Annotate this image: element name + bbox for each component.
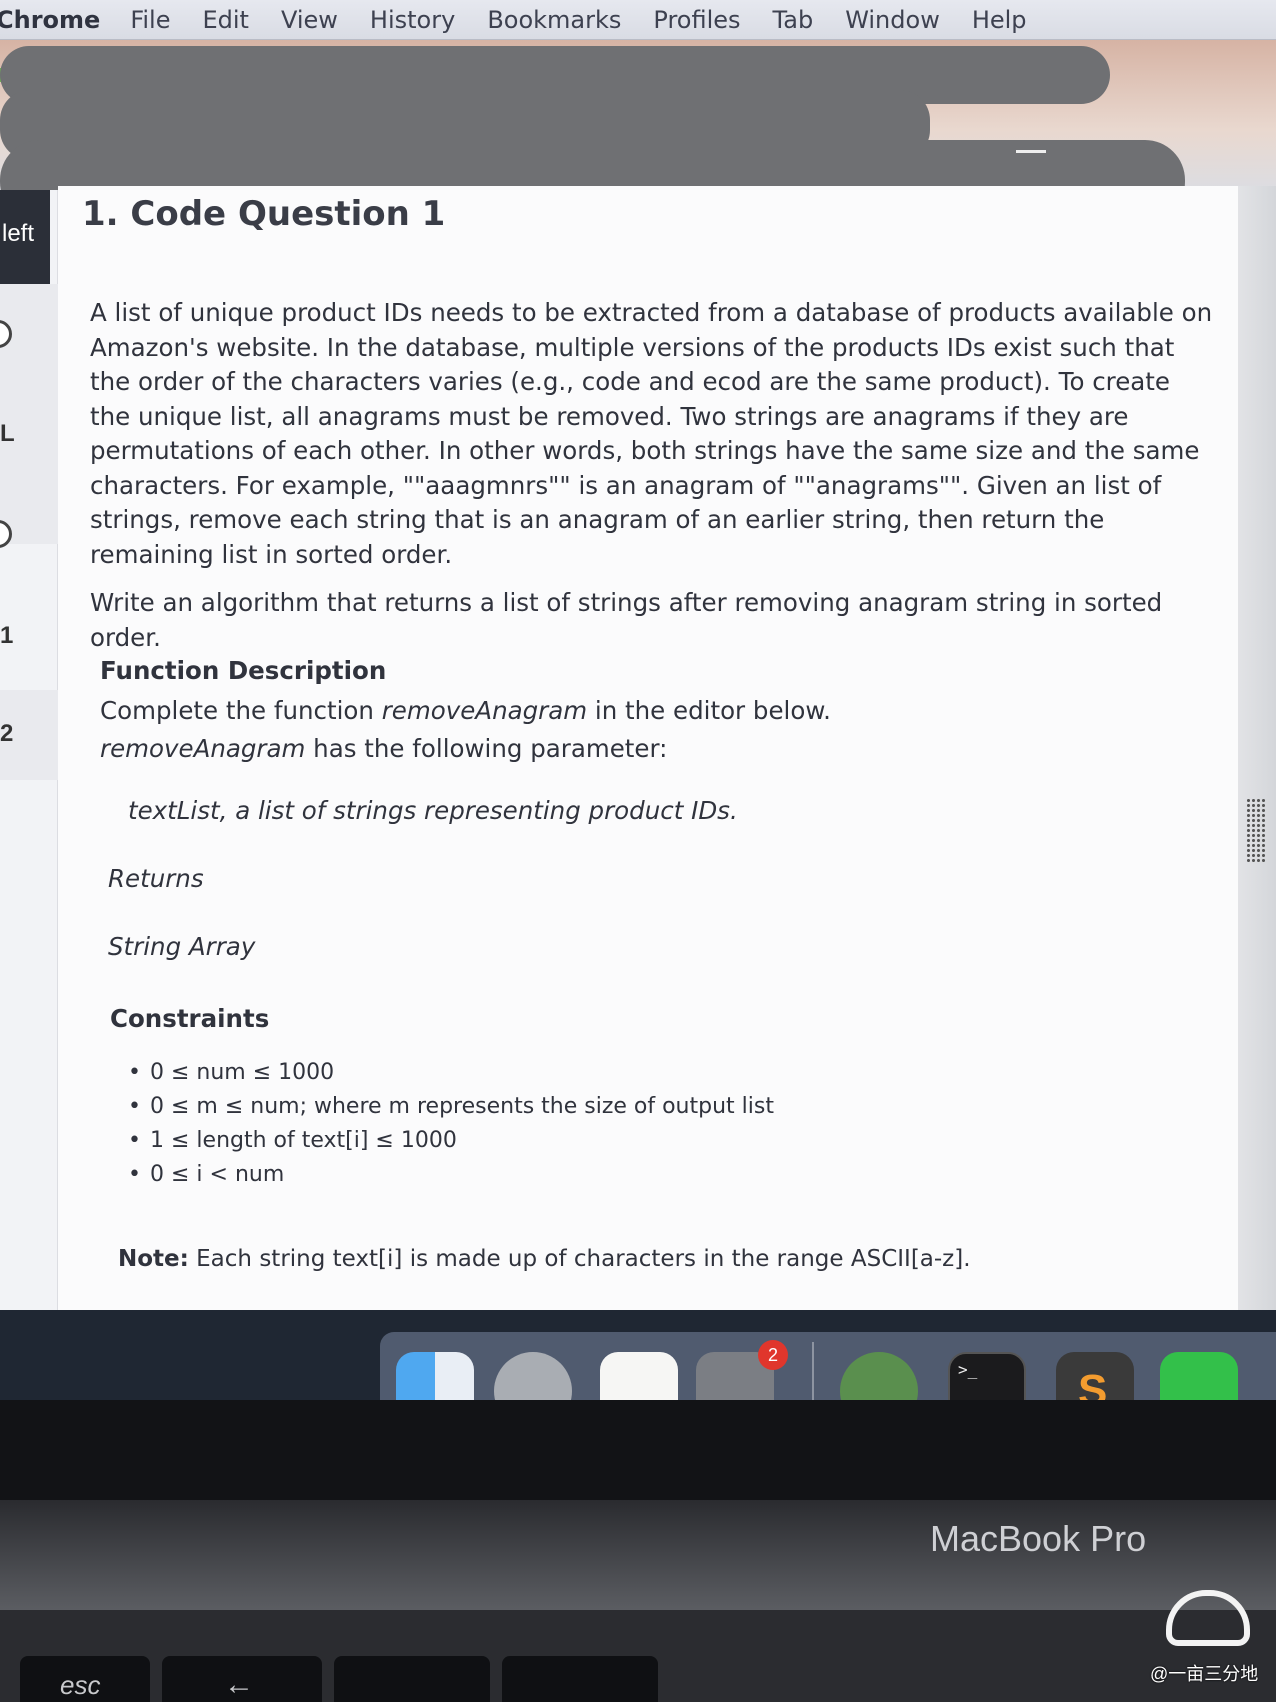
question-sidebar: left L 1 2	[0, 190, 58, 1310]
sidebar-item-1[interactable]: 1	[0, 622, 13, 650]
menu-profiles[interactable]: Profiles	[653, 6, 740, 34]
returns-type: String Array	[108, 932, 256, 961]
parameter-description: textList, a list of strings representing…	[128, 796, 738, 825]
watermark: @一亩三分地	[1150, 1664, 1259, 1684]
returns-heading: Returns	[108, 864, 204, 893]
function-name: removeAnagram	[381, 696, 588, 725]
menu-app-name[interactable]: Chrome	[0, 6, 100, 34]
sidebar-section	[0, 284, 58, 544]
menu-window[interactable]: Window	[845, 6, 940, 34]
sidebar-time-left[interactable]: left	[0, 190, 50, 284]
constraints-list: 0 ≤ num ≤ 1000 0 ≤ m ≤ num; where m repr…	[128, 1056, 774, 1192]
sidebar-item-2[interactable]: 2	[0, 720, 13, 748]
constraint-item: 1 ≤ length of text[i] ≤ 1000	[128, 1124, 774, 1158]
menu-help[interactable]: Help	[972, 6, 1027, 34]
note-label: Note:	[118, 1246, 189, 1272]
problem-statement: A list of unique product IDs needs to be…	[90, 298, 1213, 569]
question-panel: 1. Code Question 1 A list of unique prod…	[58, 186, 1238, 1316]
sidebar-label: L	[0, 420, 15, 447]
terminal-prompt: >_	[958, 1360, 978, 1379]
constraint-item: 0 ≤ m ≤ num; where m represents the size…	[128, 1090, 774, 1124]
menu-file[interactable]: File	[130, 6, 170, 34]
function-name: removeAnagram	[100, 734, 306, 763]
fd-prefix: Complete the function	[100, 696, 382, 725]
laptop-brand: MacBook Pro	[930, 1518, 1147, 1559]
arrow-right-icon	[1016, 150, 1046, 153]
function-parameter-line: removeAnagram has the following paramete…	[100, 734, 667, 763]
menu-history[interactable]: History	[370, 6, 455, 34]
menu-tab[interactable]: Tab	[773, 6, 814, 34]
touchbar-key	[502, 1656, 658, 1702]
notification-badge: 2	[758, 1340, 788, 1370]
constraint-item: 0 ≤ i < num	[128, 1158, 774, 1192]
menu-edit[interactable]: Edit	[202, 6, 248, 34]
menu-view[interactable]: View	[281, 6, 338, 34]
touchbar-key	[334, 1656, 490, 1702]
algorithm-prompt: Write an algorithm that returns a list o…	[90, 588, 1163, 652]
back-key: ←	[162, 1656, 322, 1702]
fd2-suffix: has the following parameter:	[305, 734, 668, 763]
fd-suffix: in the editor below.	[587, 696, 831, 725]
drag-handle-icon[interactable]	[1246, 798, 1266, 862]
function-description-line: Complete the function removeAnagram in t…	[100, 696, 831, 725]
esc-key: esc	[20, 1656, 150, 1702]
scrollbar[interactable]	[1238, 186, 1276, 1366]
note-text: Each string text[i] is made up of charac…	[188, 1246, 971, 1272]
menu-bookmarks[interactable]: Bookmarks	[487, 6, 621, 34]
constraint-item: 0 ≤ num ≤ 1000	[128, 1056, 774, 1090]
constraints-heading: Constraints	[110, 1004, 270, 1033]
question-title: 1. Code Question 1	[82, 194, 446, 234]
function-description-heading: Function Description	[100, 656, 387, 685]
note-line: Note: Each string text[i] is made up of …	[118, 1246, 971, 1272]
menu-bar: Chrome File Edit View History Bookmarks …	[0, 0, 1276, 40]
screen-bezel	[0, 1400, 1276, 1510]
browser-header	[0, 40, 1276, 222]
